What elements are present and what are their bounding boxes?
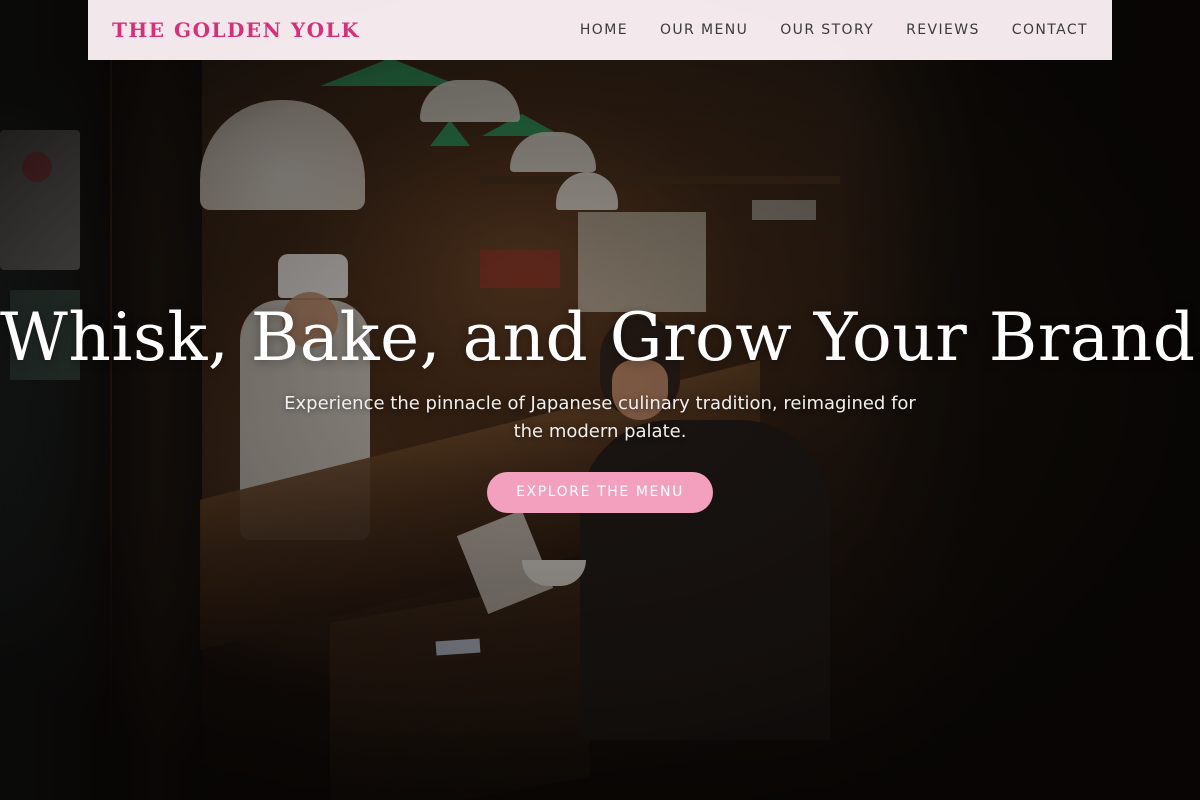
nav-link-our-menu[interactable]: OUR MENU [660, 22, 748, 38]
nav-link-reviews[interactable]: REVIEWS [906, 22, 980, 38]
hero-section: Whisk, Bake, and Grow Your Brand. Experi… [0, 296, 1200, 513]
nav-link-home[interactable]: HOME [580, 22, 628, 38]
brand-logo[interactable]: THE GOLDEN YOLK [112, 18, 360, 42]
main-nav: HOME OUR MENU OUR STORY REVIEWS CONTACT [580, 22, 1088, 38]
hero-title: Whisk, Bake, and Grow Your Brand. [0, 299, 1200, 376]
nav-link-contact[interactable]: CONTACT [1012, 22, 1088, 38]
hero-subtitle: Experience the pinnacle of Japanese culi… [284, 393, 916, 442]
explore-menu-button[interactable]: EXPLORE THE MENU [487, 472, 713, 513]
site-header: THE GOLDEN YOLK HOME OUR MENU OUR STORY … [88, 0, 1112, 60]
nav-link-our-story[interactable]: OUR STORY [780, 22, 874, 38]
